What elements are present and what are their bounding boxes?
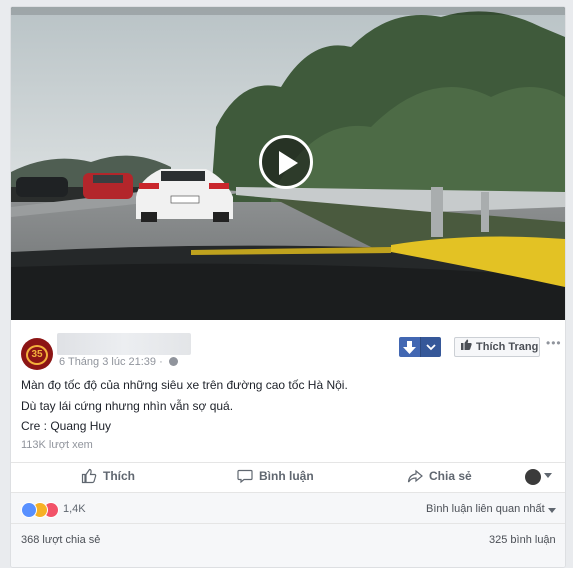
- like-icon[interactable]: [21, 502, 37, 518]
- play-button[interactable]: [259, 135, 313, 189]
- meta-separator: ·: [159, 356, 163, 368]
- comment-label: Bình luận: [259, 469, 314, 483]
- globe-icon: [168, 357, 178, 366]
- play-icon: [279, 151, 298, 175]
- thumbs-up-outline-icon: [81, 468, 97, 484]
- post-date[interactable]: 6 Tháng 3 lúc 21:39: [59, 356, 156, 368]
- dropdown-button[interactable]: [420, 337, 441, 357]
- avatar-logo: 35: [26, 345, 48, 365]
- share-icon: [407, 469, 423, 483]
- like-page-label: Thích Trang: [476, 341, 539, 353]
- share-label: Chia sẻ: [429, 469, 472, 483]
- caret-down-icon[interactable]: [548, 508, 556, 513]
- stats-bar: 368 lượt chia sẻ 325 bình luận: [11, 523, 565, 554]
- save-split-button[interactable]: [399, 337, 441, 357]
- comment-sort-selector[interactable]: Bình luận liên quan nhất: [426, 503, 545, 515]
- page-avatar[interactable]: 35: [21, 338, 53, 370]
- download-button[interactable]: [399, 337, 420, 357]
- post-card: 35 6 Tháng 3 lúc 21:39 · Thích Trang •••…: [10, 6, 566, 568]
- comment-composer[interactable]: [11, 552, 565, 567]
- like-label: Thích: [103, 469, 135, 483]
- caret-down-icon[interactable]: [544, 473, 552, 478]
- post-text-line-3: Cre : Quang Huy: [21, 419, 112, 433]
- comment-count[interactable]: 325 bình luận: [489, 534, 556, 546]
- view-count: 113K lượt xem: [21, 439, 93, 451]
- post-text-line-1: Màn đọ tốc độ của những siêu xe trên đườ…: [21, 378, 348, 392]
- reaction-count[interactable]: 1,4K: [63, 503, 86, 515]
- thumbs-up-icon: [461, 338, 473, 356]
- like-page-button[interactable]: Thích Trang: [454, 337, 540, 357]
- reactions-bar: 1,4K Bình luận liên quan nhất: [11, 492, 565, 523]
- comment-icon: [237, 469, 253, 484]
- post-header: 35 6 Tháng 3 lúc 21:39 · Thích Trang •••: [11, 330, 565, 370]
- share-as-avatar[interactable]: [525, 469, 541, 485]
- post-text-line-2: Dù tay lái cứng nhưng nhìn vẫn sợ quá.: [21, 399, 234, 413]
- post-meta: 6 Tháng 3 lúc 21:39 ·: [59, 356, 178, 368]
- like-button[interactable]: Thích: [81, 468, 135, 484]
- comment-button[interactable]: Bình luận: [237, 468, 314, 484]
- action-bar: Thích Bình luận Chia sẻ: [11, 462, 565, 491]
- share-count[interactable]: 368 lượt chia sẻ: [21, 534, 100, 546]
- chevron-down-icon: [426, 344, 436, 351]
- video-player[interactable]: [11, 7, 565, 320]
- arrow-down-icon: [403, 341, 416, 354]
- more-options-button[interactable]: •••: [546, 336, 562, 350]
- share-button[interactable]: Chia sẻ: [407, 468, 472, 484]
- page-name-redacted[interactable]: [57, 333, 191, 355]
